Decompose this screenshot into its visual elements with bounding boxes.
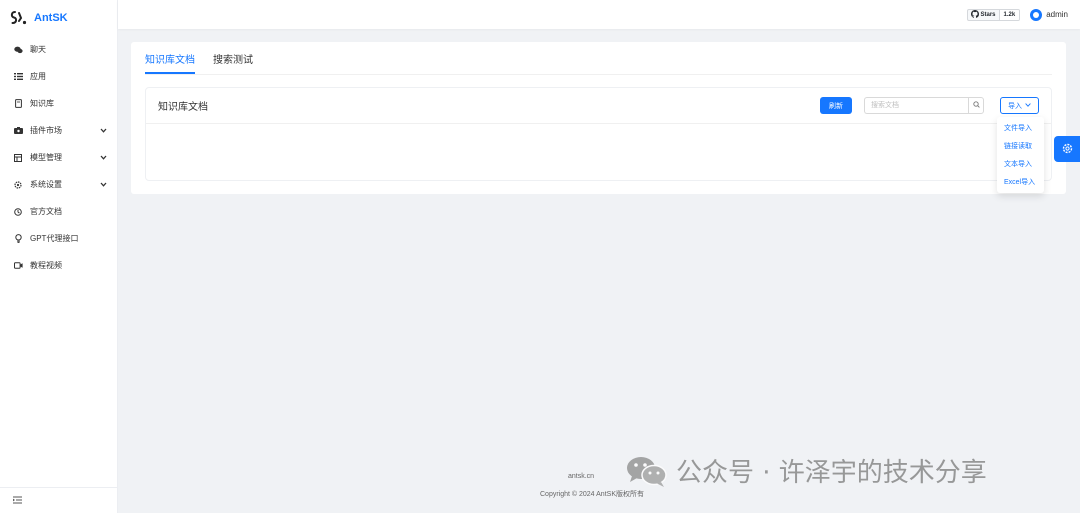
- top-header: Stars 1.2k admin: [118, 0, 1080, 29]
- sidebar-item-label: 知识库: [30, 99, 54, 108]
- watermark: 公众号 · 许泽宇的技术分享: [626, 452, 987, 489]
- sidebar-collapse-button[interactable]: [0, 487, 118, 513]
- plugin-icon: [13, 126, 23, 136]
- sidebar-item-label: GPT代理接口: [30, 234, 79, 243]
- search-button[interactable]: [968, 97, 984, 114]
- menu-item-text-import[interactable]: 文本导入: [997, 155, 1044, 173]
- gear-icon: [13, 180, 23, 190]
- import-label: 导入: [1008, 102, 1022, 110]
- sidebar-item-chat[interactable]: 聊天: [0, 36, 117, 63]
- menu-fold-icon: [13, 496, 22, 506]
- gear-icon: [1062, 143, 1073, 156]
- avatar: [1030, 8, 1043, 21]
- sidebar-item-label: 应用: [30, 72, 46, 81]
- sidebar-item-apps[interactable]: 应用: [0, 63, 117, 90]
- chat-icon: [13, 45, 23, 55]
- chevron-down-icon: [100, 153, 107, 162]
- github-stars-text: Stars: [980, 11, 996, 18]
- footer-copyright: Copyright © 2024 AntSK版权所有: [540, 491, 644, 498]
- import-dropdown-button[interactable]: 导入: [1000, 97, 1039, 114]
- video-icon: [13, 261, 23, 271]
- model-icon: [13, 153, 23, 163]
- sidebar-item-docs[interactable]: 官方文档: [0, 198, 117, 225]
- refresh-button[interactable]: 刷新: [820, 97, 852, 114]
- github-stars-count: 1.2k: [999, 9, 1020, 20]
- book-icon: [13, 99, 23, 109]
- sidebar-item-label: 模型管理: [30, 153, 62, 162]
- sidebar-item-label: 插件市场: [30, 126, 62, 135]
- floating-settings-button[interactable]: [1054, 136, 1080, 162]
- sidebar-item-label: 聊天: [30, 45, 46, 54]
- tab-knowledge-docs[interactable]: 知识库文档: [145, 42, 195, 74]
- user-name: admin: [1046, 10, 1068, 19]
- logo-icon: [10, 9, 28, 27]
- menu-item-excel-import[interactable]: Excel导入: [997, 173, 1044, 191]
- sidebar-item-videos[interactable]: 教程视频: [0, 252, 117, 279]
- panel-title: 知识库文档: [158, 102, 208, 113]
- tab-bar: 知识库文档 搜索测试: [145, 42, 271, 74]
- menu-item-file-import[interactable]: 文件导入: [997, 119, 1044, 137]
- user-menu[interactable]: admin: [1030, 8, 1068, 21]
- sidebar-item-settings[interactable]: 系统设置: [0, 171, 117, 198]
- sidebar-item-plugins[interactable]: 插件市场: [0, 117, 117, 144]
- chevron-down-icon: [100, 180, 107, 189]
- search-box: [864, 97, 984, 114]
- sidebar-item-models[interactable]: 模型管理: [0, 144, 117, 171]
- menu-item-link-read[interactable]: 链接读取: [997, 137, 1044, 155]
- brand-name: AntSK: [34, 12, 68, 24]
- sidebar: AntSK 聊天 应用 知识库 插件市场 模型管理 系统设置 官方文档 GPT代…: [0, 0, 118, 513]
- chevron-down-icon: [100, 126, 107, 135]
- search-icon: [972, 101, 980, 110]
- chevron-down-icon: [1025, 102, 1031, 109]
- search-input[interactable]: [864, 97, 968, 114]
- logo[interactable]: AntSK: [0, 0, 117, 36]
- documents-panel-header: 知识库文档 刷新 导入: [146, 88, 1051, 124]
- sidebar-menu: 聊天 应用 知识库 插件市场 模型管理 系统设置 官方文档 GPT代理接口 教程…: [0, 36, 117, 279]
- tab-search-test[interactable]: 搜索测试: [213, 42, 253, 74]
- main-card: 知识库文档 搜索测试 知识库文档 刷新 导入: [131, 42, 1066, 194]
- sidebar-item-label: 教程视频: [30, 261, 62, 270]
- github-stars-label: Stars: [968, 9, 1000, 20]
- github-stars-button[interactable]: Stars 1.2k: [966, 8, 1021, 21]
- apps-icon: [13, 72, 23, 82]
- docs-icon: [13, 207, 23, 217]
- tabs-divider: [145, 74, 1052, 75]
- documents-panel: 知识库文档 刷新 导入: [145, 87, 1052, 181]
- import-dropdown-menu: 文件导入 链接读取 文本导入 Excel导入: [997, 117, 1044, 193]
- bulb-icon: [13, 234, 23, 244]
- app-root: AntSK 聊天 应用 知识库 插件市场 模型管理 系统设置 官方文档 GPT代…: [0, 0, 1080, 513]
- sidebar-item-label: 官方文档: [30, 207, 62, 216]
- watermark-text: 公众号 · 许泽宇的技术分享: [676, 458, 987, 488]
- sidebar-item-knowledge[interactable]: 知识库: [0, 90, 117, 117]
- github-icon: [970, 9, 979, 20]
- footer-link[interactable]: antsk.cn: [568, 473, 594, 480]
- sidebar-item-gpt-proxy[interactable]: GPT代理接口: [0, 225, 117, 252]
- sidebar-item-label: 系统设置: [30, 180, 62, 189]
- wechat-icon: [626, 454, 668, 488]
